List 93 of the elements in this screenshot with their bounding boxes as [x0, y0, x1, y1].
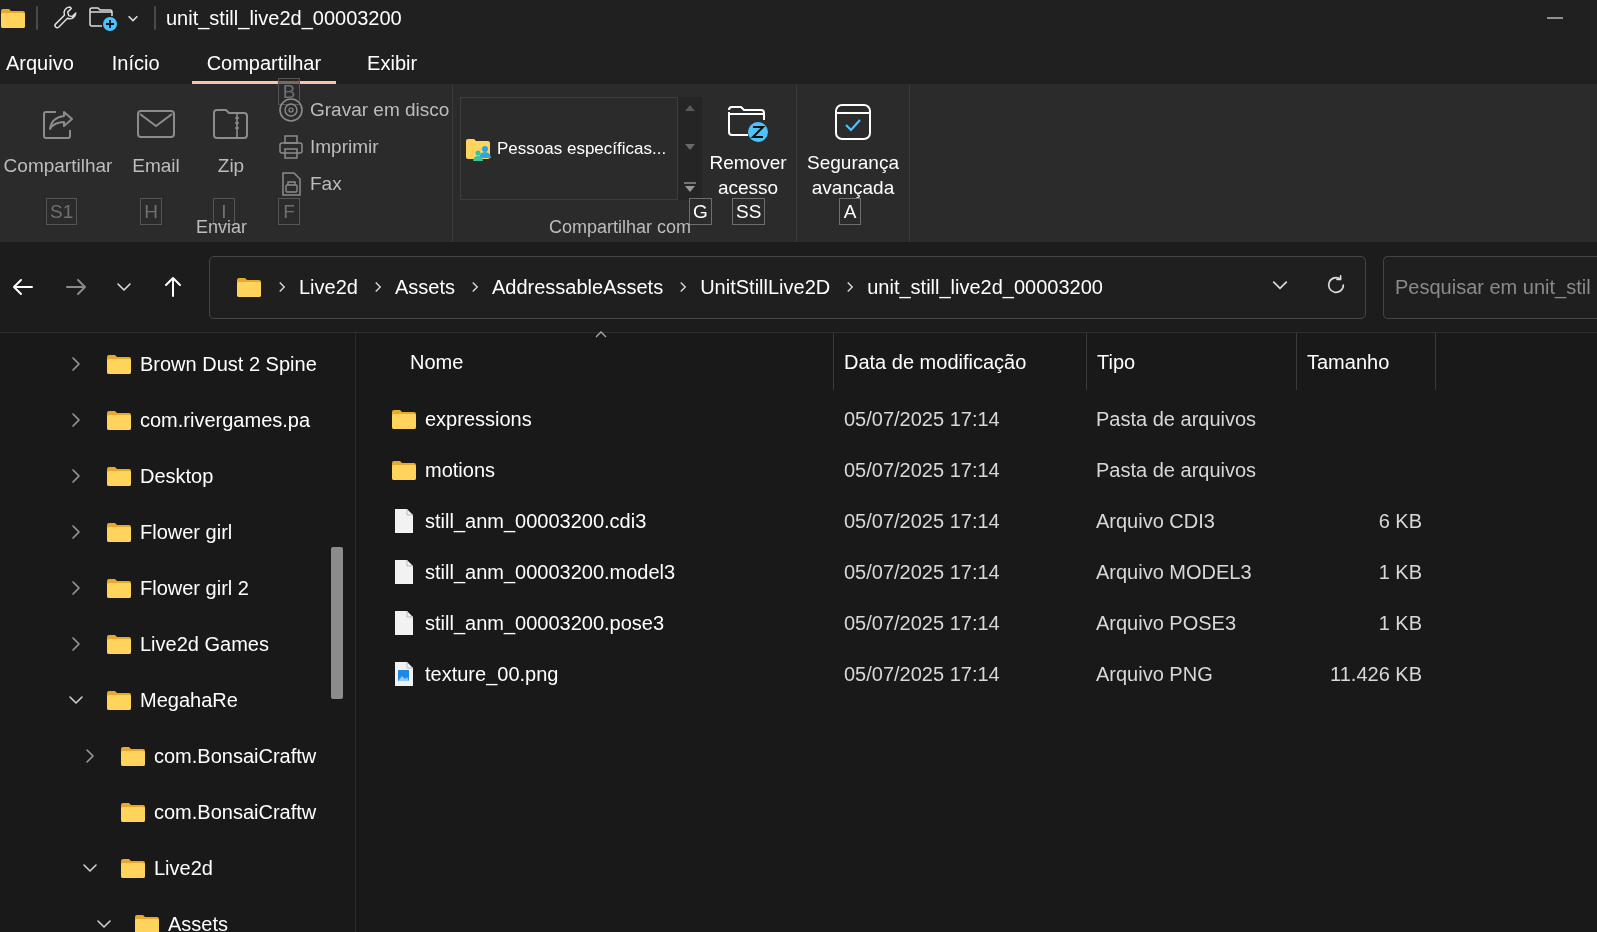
table-cell: 05/07/2025 17:14 — [844, 509, 1000, 532]
tree-item[interactable]: MegahaRe — [0, 672, 355, 728]
keytip: F — [278, 198, 300, 225]
menu-tab[interactable]: Início — [92, 36, 179, 84]
breadcrumb[interactable]: UnitStillLive2D — [700, 272, 831, 302]
table-cell: 05/07/2025 17:14 — [844, 458, 1000, 481]
table-cell: 1 KB — [1378, 611, 1422, 634]
tree-item[interactable]: Brown Dust 2 Spine — [0, 336, 355, 392]
document-icon — [394, 507, 414, 534]
keytip: SS — [732, 198, 766, 225]
folder-icon — [120, 801, 146, 823]
menu-tab[interactable]: Exibir — [351, 36, 434, 84]
table-cell: Arquivo POSE3 — [1096, 611, 1237, 634]
file-row[interactable]: motions 05/07/2025 17:14 Pasta de arquivos — [356, 444, 1597, 495]
document-icon — [394, 558, 414, 585]
table-cell: 05/07/2025 17:14 — [844, 611, 1000, 634]
breadcrumb[interactable]: Live2d — [299, 272, 358, 302]
table-cell: Arquivo CDI3 — [1096, 509, 1215, 532]
ribbon-button[interactable]: Segurança avançada — [801, 84, 905, 200]
tree-item[interactable]: com.BonsaiCraftw — [0, 784, 355, 840]
gallery-more-icon[interactable] — [684, 182, 696, 192]
table-cell: Arquivo MODEL3 — [1096, 560, 1252, 583]
printer-icon — [278, 134, 304, 160]
keytip: B — [278, 78, 300, 105]
file-name: still_anm_00003200.pose3 — [425, 610, 665, 637]
folder-icon — [120, 745, 146, 767]
window-title: unit_still_live2d_00003200 — [166, 6, 402, 32]
folder-icon — [134, 913, 160, 932]
folder-icon — [236, 276, 262, 298]
tree-item[interactable]: Live2d — [0, 840, 355, 896]
folder-icon — [106, 353, 132, 375]
folder-icon — [106, 689, 132, 711]
tree-item[interactable]: Flower girl 2 — [0, 560, 355, 616]
table-cell: Arquivo PNG — [1096, 662, 1213, 685]
breadcrumb[interactable]: AddressableAssets — [491, 272, 664, 302]
group-label: Compartilhar com — [549, 216, 692, 239]
image-file-icon — [394, 660, 414, 687]
table-cell: 1 KB — [1378, 560, 1422, 583]
folder-icon — [0, 7, 26, 29]
folder-icon — [106, 521, 132, 543]
column-header[interactable]: Tamanho — [1296, 333, 1435, 390]
address-bar[interactable]: Live2d Assets AddressableAssets UnitStillLive2D unit_still_live2d_00003200 — [209, 255, 1366, 319]
column-header[interactable]: Tipo — [1086, 333, 1296, 390]
new-folder-icon[interactable] — [88, 4, 118, 32]
column-header[interactable]: Data de modificação — [833, 333, 1086, 390]
table-cell: Pasta de arquivos — [1096, 407, 1257, 430]
scroll-down-icon[interactable] — [685, 143, 695, 150]
refresh-icon[interactable] — [1325, 273, 1347, 296]
file-name: expressions — [425, 406, 532, 432]
ribbon-button[interactable]: Remover acesso — [703, 84, 793, 200]
file-row[interactable]: texture_00.png 05/07/2025 17:14 Arquivo PNG 11.426 KB — [356, 648, 1597, 699]
checked-window-icon — [833, 102, 873, 142]
table-cell: 05/07/2025 17:14 — [844, 560, 1000, 583]
table-cell: 05/07/2025 17:14 — [844, 407, 1000, 430]
gallery-item[interactable]: Pessoas específicas... — [465, 135, 667, 162]
folder-icon — [106, 633, 132, 655]
folder-icon — [391, 458, 417, 481]
tree-item[interactable]: com.BonsaiCraftw — [0, 728, 355, 784]
tree-item[interactable]: Flower girl — [0, 504, 355, 560]
scrollbar-thumb[interactable] — [331, 547, 343, 699]
keytip: A — [839, 198, 861, 225]
file-name: texture_00.png — [425, 661, 559, 688]
breadcrumb[interactable]: unit_still_live2d_00003200 — [867, 272, 1103, 302]
document-icon — [394, 609, 414, 636]
folder-icon — [106, 577, 132, 599]
tree-item[interactable]: Desktop — [0, 448, 355, 504]
file-name: still_anm_00003200.cdi3 — [425, 508, 647, 535]
disc-icon — [278, 97, 304, 123]
tree-item[interactable]: com.rivergames.pa — [0, 392, 355, 448]
column-header[interactable]: Nome — [356, 333, 833, 390]
folder-icon — [120, 857, 146, 879]
table-cell: Pasta de arquivos — [1096, 458, 1257, 481]
search-field[interactable]: Pesquisar em unit_stil — [1383, 255, 1597, 319]
tree-item[interactable]: Assets — [0, 896, 355, 932]
file-row[interactable]: still_anm_00003200.cdi3 05/07/2025 17:14 Arquivo CDI3 6 KB — [356, 495, 1597, 546]
sort-ascending-icon — [594, 331, 607, 338]
table-cell: 11.426 KB — [1330, 662, 1422, 685]
file-row[interactable]: still_anm_00003200.model3 05/07/2025 17:14 Arquivo MODEL3 1 KB — [356, 546, 1597, 597]
file-name: motions — [425, 457, 496, 483]
keytip: G — [689, 198, 712, 225]
table-cell: 6 KB — [1378, 509, 1422, 532]
menu-tab[interactable]: Arquivo — [0, 36, 93, 84]
folder-icon — [106, 409, 132, 431]
breadcrumb[interactable]: Assets — [394, 272, 455, 302]
folder-icon — [106, 465, 132, 487]
file-row[interactable]: still_anm_00003200.pose3 05/07/2025 17:14 Arquivo POSE3 1 KB — [356, 597, 1597, 648]
folder-icon — [391, 407, 417, 430]
keytip: S1 — [46, 198, 78, 225]
tree-item[interactable]: Live2d Games — [0, 616, 355, 672]
file-row[interactable]: expressions 05/07/2025 17:14 Pasta de arquivos — [356, 393, 1597, 444]
file-name: still_anm_00003200.model3 — [425, 559, 676, 586]
keytip: H — [140, 198, 162, 225]
table-cell: 05/07/2025 17:14 — [844, 662, 1000, 685]
